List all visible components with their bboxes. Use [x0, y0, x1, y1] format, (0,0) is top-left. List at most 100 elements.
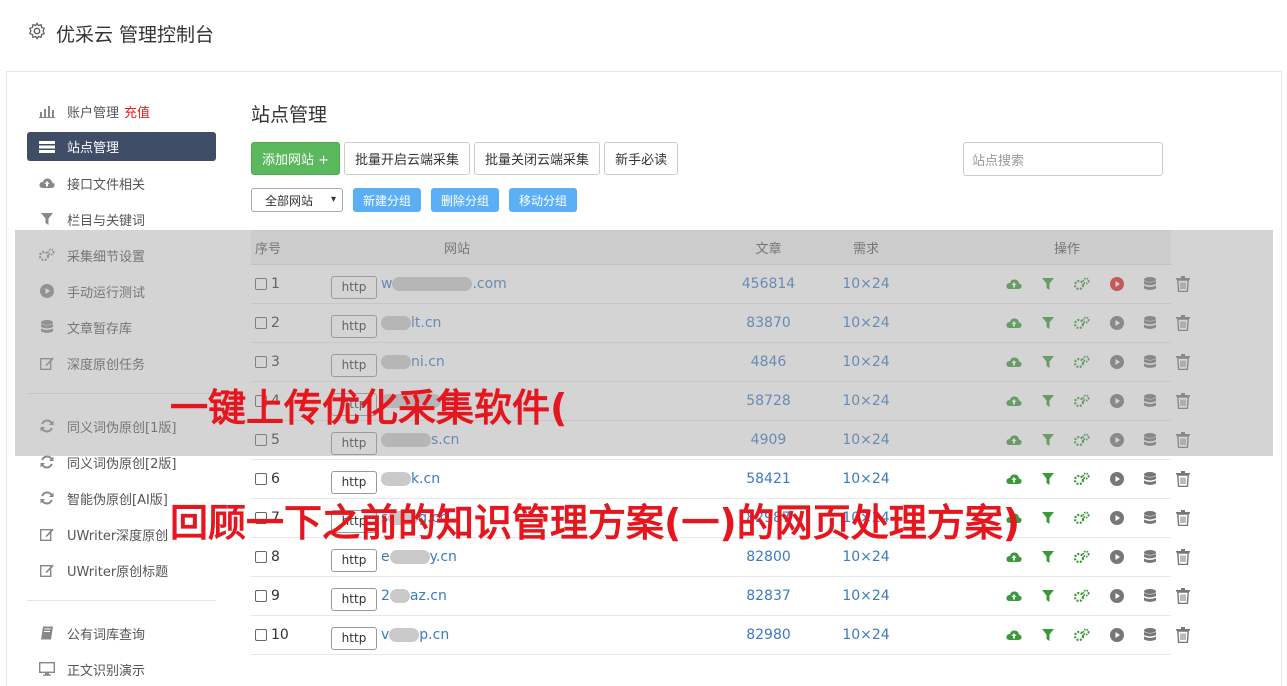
trash-icon[interactable] — [1176, 510, 1190, 526]
row-number: 8 — [271, 549, 280, 565]
page-title: 站点管理 — [251, 104, 328, 126]
cogs-icon[interactable] — [1074, 627, 1090, 643]
filter-icon[interactable] — [1042, 510, 1054, 526]
domain-suffix: az.cn — [409, 588, 447, 604]
cogs-icon[interactable] — [1074, 549, 1090, 565]
trash-icon[interactable] — [1176, 627, 1190, 643]
sidebar-item-uwriter-title[interactable]: UWriter原创标题 — [27, 552, 216, 588]
sidebar-item-sites[interactable]: 站点管理 — [27, 132, 216, 161]
redacted-blur — [381, 472, 411, 486]
cloud-upload-icon[interactable] — [1006, 549, 1022, 565]
site-domain[interactable]: v p.cn — [381, 627, 449, 643]
monitor-icon — [39, 661, 55, 677]
article-count[interactable]: 58421 — [711, 471, 826, 487]
row-site: http k.cn — [331, 465, 711, 494]
add-site-button[interactable]: 添加网站 + — [251, 142, 341, 175]
trash-icon[interactable] — [1176, 549, 1190, 565]
chevron-down-icon: ▾ — [330, 194, 336, 205]
cloud-upload-icon[interactable] — [1006, 627, 1022, 643]
row-no: 6 — [251, 471, 331, 487]
row-actions — [906, 471, 1190, 487]
group-select[interactable]: 全部网站 ▾ — [251, 188, 343, 212]
sidebar-divider — [27, 600, 216, 601]
cloud-upload-icon — [39, 175, 55, 191]
filter-icon[interactable] — [1042, 471, 1054, 487]
domain-prefix: v — [381, 627, 390, 643]
group-toolbar: 全部网站 ▾ 新建分组 删除分组 移动分组 — [251, 188, 578, 212]
sidebar-item-label: 栏目与关键词 — [67, 213, 146, 229]
row-checkbox[interactable] — [255, 590, 267, 602]
filter-icon[interactable] — [1042, 627, 1054, 643]
new-group-button[interactable]: 新建分组 — [353, 188, 422, 212]
beginner-guide-button[interactable]: 新手必读 — [604, 142, 679, 175]
http-badge[interactable]: http — [331, 470, 377, 494]
sidebar-item-label: 智能伪原创[AI版] — [67, 492, 168, 508]
filter-icon[interactable] — [1042, 588, 1054, 604]
play-icon[interactable] — [1110, 588, 1124, 604]
sidebar-item-label: 站点管理 — [67, 141, 120, 156]
move-group-button[interactable]: 移动分组 — [509, 188, 578, 212]
article-count[interactable]: 82980 — [711, 627, 826, 643]
table-row: 9 http 2 az.cn 82837 10×24 — [251, 577, 1190, 616]
sidebar-item-public-lexicon[interactable]: 公有词库查询 — [27, 615, 216, 651]
cogs-icon[interactable] — [1074, 471, 1090, 487]
toolbar: 添加网站 + 批量开启云端采集 批量关闭云端采集 新手必读 — [251, 142, 682, 175]
collect-need[interactable]: 10×24 — [826, 627, 906, 643]
overlay-caption-1: 一键上传优化采集软件( — [170, 386, 568, 430]
play-icon[interactable] — [1110, 627, 1124, 643]
table-row: 10 http v p.cn 82980 10×24 — [251, 616, 1190, 655]
collect-need[interactable]: 10×24 — [826, 588, 906, 604]
site-domain[interactable]: e y.cn — [381, 549, 457, 565]
batch-enable-cloud-button[interactable]: 批量开启云端采集 — [344, 142, 471, 175]
book-icon — [39, 625, 55, 641]
row-checkbox[interactable] — [255, 473, 267, 485]
batch-disable-cloud-button[interactable]: 批量关闭云端采集 — [474, 142, 601, 175]
edit-icon — [39, 562, 55, 578]
http-badge[interactable]: http — [331, 626, 377, 650]
site-domain[interactable]: k.cn — [381, 471, 440, 487]
sidebar-item-account[interactable]: 账户管理 充值 — [27, 93, 216, 129]
database-icon[interactable] — [1144, 510, 1156, 526]
domain-suffix: y.cn — [429, 549, 457, 565]
cloud-upload-icon[interactable] — [1006, 471, 1022, 487]
sidebar-item-interface[interactable]: 接口文件相关 — [27, 165, 216, 201]
row-site: http v p.cn — [331, 621, 711, 650]
row-checkbox[interactable] — [255, 551, 267, 563]
collect-need[interactable]: 10×24 — [826, 549, 906, 565]
main-content: 站点管理 添加网站 + 批量开启云端采集 批量关闭云端采集 新手必读 站点搜索 … — [251, 100, 1190, 655]
domain-suffix: k.cn — [411, 471, 441, 487]
app-header: 优采云 管理控制台 — [6, 0, 1282, 72]
cloud-upload-icon[interactable] — [1006, 588, 1022, 604]
trash-icon[interactable] — [1176, 471, 1190, 487]
overlay-caption-2: 回顾一下之前的知识管理方案(一)的网页处理方案) — [170, 501, 1021, 545]
play-icon[interactable] — [1110, 510, 1124, 526]
site-search-input[interactable]: 站点搜索 — [963, 142, 1163, 176]
play-icon[interactable] — [1110, 471, 1124, 487]
sidebar-item-label: UWriter原创标题 — [67, 564, 169, 580]
cogs-icon[interactable] — [1074, 510, 1090, 526]
article-count[interactable]: 82800 — [711, 549, 826, 565]
http-badge[interactable]: http — [331, 548, 377, 572]
redacted-blur — [389, 550, 430, 564]
trash-icon[interactable] — [1176, 588, 1190, 604]
recharge-link[interactable]: 充值 — [124, 102, 150, 121]
article-count[interactable]: 82837 — [711, 588, 826, 604]
cogs-icon[interactable] — [1074, 588, 1090, 604]
play-icon[interactable] — [1110, 549, 1124, 565]
delete-group-button[interactable]: 删除分组 — [431, 188, 500, 212]
filter-icon[interactable] — [1042, 549, 1054, 565]
sidebar-item-label: 账户管理 — [67, 105, 120, 121]
database-icon[interactable] — [1144, 471, 1156, 487]
row-actions — [906, 627, 1190, 643]
http-badge[interactable]: http — [331, 587, 377, 611]
database-icon[interactable] — [1144, 549, 1156, 565]
sidebar-item-text-recognition[interactable]: 正文识别演示 — [27, 651, 216, 686]
database-icon[interactable] — [1144, 627, 1156, 643]
row-actions — [906, 549, 1190, 565]
edit-icon — [39, 526, 55, 542]
sidebar-item-label: UWriter深度原创 — [67, 528, 169, 544]
collect-need[interactable]: 10×24 — [826, 471, 906, 487]
site-domain[interactable]: 2 az.cn — [381, 588, 447, 604]
row-checkbox[interactable] — [255, 629, 267, 641]
database-icon[interactable] — [1144, 588, 1156, 604]
